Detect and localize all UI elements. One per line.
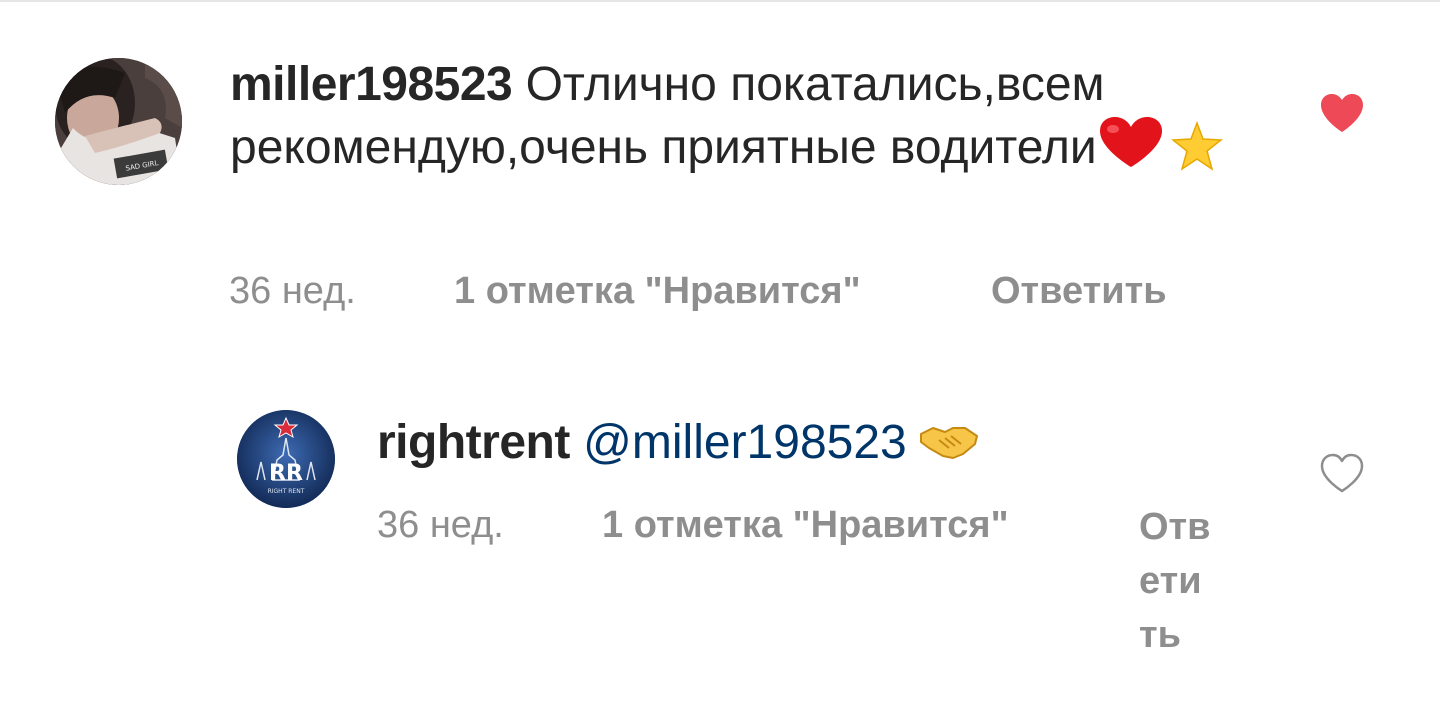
like-button-active[interactable] bbox=[1318, 92, 1366, 134]
reply-reply-button[interactable]: Ответить bbox=[1139, 500, 1219, 662]
top-divider bbox=[0, 0, 1440, 2]
reply-button[interactable]: Ответить bbox=[991, 268, 1167, 314]
reply-timestamp: 36 нед. bbox=[377, 504, 504, 546]
heart-filled-icon bbox=[1321, 94, 1363, 132]
svg-text:RIGHT RENT: RIGHT RENT bbox=[268, 488, 305, 495]
red-heart-emoji-icon bbox=[1099, 117, 1162, 167]
svg-text:RR: RR bbox=[269, 461, 303, 486]
commenter-avatar[interactable]: SAD GIRL bbox=[55, 58, 182, 185]
like-button[interactable] bbox=[1318, 452, 1366, 494]
reply-username[interactable]: rightrent bbox=[377, 416, 570, 469]
reply-likes-count[interactable]: 1 отметка "Нравится" bbox=[602, 502, 1009, 548]
reply-avatar[interactable]: RR RIGHT RENT bbox=[237, 410, 335, 508]
comment-body: miller198523 Отлично покатались,всем рек… bbox=[230, 54, 1260, 178]
rightrent-logo-avatar-icon: RR RIGHT RENT bbox=[237, 410, 335, 508]
star-emoji-icon bbox=[1170, 121, 1223, 171]
comment-timestamp: 36 нед. bbox=[229, 270, 356, 312]
handshake-emoji-icon bbox=[919, 427, 978, 459]
user-photo-avatar-icon: SAD GIRL bbox=[55, 58, 182, 185]
heart-outline-icon bbox=[1320, 453, 1364, 493]
comment-username[interactable]: miller198523 bbox=[230, 58, 513, 111]
reply-body: rightrent @miller198523 bbox=[377, 412, 1277, 473]
comment-likes-count[interactable]: 1 отметка "Нравится" bbox=[454, 268, 861, 314]
user-mention-link[interactable]: @miller198523 bbox=[583, 416, 907, 469]
